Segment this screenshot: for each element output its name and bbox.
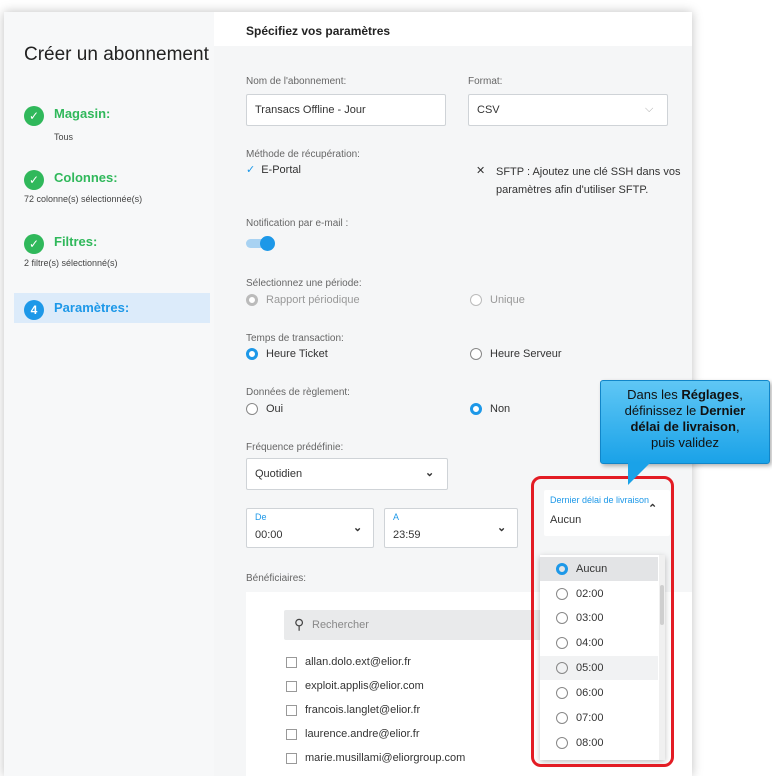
check-icon: ✓ [24, 234, 44, 254]
transaction-ticket-radio[interactable]: Heure Ticket [246, 348, 328, 360]
step-sub: Tous [54, 132, 74, 142]
step-label: Magasin: [54, 106, 111, 121]
period-unique-label: Unique [490, 294, 525, 306]
to-value: 23:59 [393, 529, 421, 541]
checkbox[interactable] [286, 728, 297, 740]
settlement-no-label: Non [490, 403, 511, 415]
recipient-item[interactable]: laurence.andre@elior.fr [286, 728, 420, 740]
settlement-yes-label: Oui [266, 403, 284, 415]
frequency-select[interactable]: Quotidien ⌄ [246, 458, 448, 490]
to-time-select[interactable]: A 23:59 ⌄ [384, 508, 518, 548]
recipient-item[interactable]: marie.musillami@eliorgroup.com [286, 752, 465, 764]
recipient-item[interactable]: francois.langlet@elior.fr [286, 704, 420, 716]
checkbox[interactable] [286, 704, 297, 716]
sidebar-title: Créer un abonnement [24, 44, 209, 65]
retrieval-eportal-label: E-Portal [261, 163, 301, 176]
recipient-email: laurence.andre@elior.fr [305, 728, 420, 740]
close-icon: ✕ [476, 165, 486, 177]
callout-text: , [735, 419, 740, 434]
callout-text: , [739, 387, 743, 402]
callout-bold: délai de livraison [630, 419, 736, 434]
recipient-email: allan.dolo.ext@elior.fr [305, 656, 411, 668]
step-filtres[interactable]: ✓ Filtres: [24, 234, 97, 254]
retrieval-sftp[interactable]: SFTP : Ajoutez une clé SSH dans vos para… [496, 163, 686, 199]
step-label: Paramètres: [54, 300, 130, 315]
chevron-down-icon: ⌄ [425, 467, 435, 479]
callout-bold: Réglages [681, 387, 740, 402]
transaction-ticket-label: Heure Ticket [266, 348, 328, 360]
retrieval-label: Méthode de récupération: [246, 149, 360, 160]
notification-label: Notification par e-mail : [246, 218, 349, 229]
from-label: De [255, 512, 267, 522]
chevron-down-icon: ⌵ [645, 103, 654, 115]
chevron-down-icon: ⌄ [353, 522, 363, 534]
checkbox[interactable] [286, 656, 297, 668]
step-parametres[interactable]: 4 Paramètres: [24, 300, 129, 320]
settlement-no-radio[interactable]: Non [470, 403, 510, 415]
settlement-yes-radio[interactable]: Oui [246, 403, 283, 415]
frequency-value: Quotidien [255, 468, 303, 480]
format-value: CSV [477, 104, 500, 116]
period-periodic-radio[interactable]: Rapport périodique [246, 294, 360, 306]
callout-text: puis validez [651, 435, 719, 450]
format-label: Format: [468, 76, 503, 87]
transaction-server-label: Heure Serveur [490, 348, 562, 360]
callout-text: Dans les [627, 387, 682, 402]
sidebar: Créer un abonnement ✓ Magasin: Tous ✓ Co… [4, 12, 214, 776]
settlement-label: Données de règlement: [246, 387, 350, 398]
recipients-label: Bénéficiaires: [246, 573, 307, 584]
subscription-name-label: Nom de l'abonnement: [246, 76, 347, 87]
format-select[interactable]: CSV ⌵ [468, 94, 668, 126]
period-unique-radio[interactable]: Unique [470, 294, 525, 306]
step-sub: 72 colonne(s) sélectionnée(s) [24, 194, 143, 204]
chevron-down-icon: ⌄ [497, 522, 507, 534]
callout-bold: Dernier [699, 403, 746, 418]
page-title: Spécifiez vos paramètres [246, 24, 391, 38]
step-label: Filtres: [54, 234, 98, 249]
notification-toggle[interactable] [246, 236, 276, 251]
check-icon: ✓ [24, 106, 44, 126]
frequency-label: Fréquence prédéfinie: [246, 442, 344, 453]
period-periodic-label: Rapport périodique [266, 294, 360, 306]
from-value: 00:00 [255, 529, 283, 541]
retrieval-eportal[interactable]: ✓ E-Portal [246, 163, 301, 177]
transaction-time-label: Temps de transaction: [246, 333, 344, 344]
subscription-name-input[interactable]: Transacs Offline - Jour [246, 94, 446, 126]
checkbox[interactable] [286, 680, 297, 692]
step-magasin[interactable]: ✓ Magasin: [24, 106, 110, 126]
recipient-item[interactable]: exploit.applis@elior.com [286, 680, 424, 692]
from-time-select[interactable]: De 00:00 ⌄ [246, 508, 374, 548]
recipient-email: marie.musillami@eliorgroup.com [305, 752, 466, 764]
search-icon: ⚲ [294, 616, 305, 632]
recipient-email: exploit.applis@elior.com [305, 680, 424, 692]
panel-header: Spécifiez vos paramètres [214, 12, 692, 46]
check-icon: ✓ [24, 170, 44, 190]
recipient-item[interactable]: allan.dolo.ext@elior.fr [286, 656, 411, 668]
step-sub: 2 filtre(s) sélectionné(s) [24, 258, 118, 268]
check-icon: ✓ [246, 164, 256, 176]
highlight-outline [531, 476, 674, 767]
step-number-icon: 4 [24, 300, 44, 320]
step-colonnes[interactable]: ✓ Colonnes: [24, 170, 118, 190]
callout-text: définissez le [624, 403, 700, 418]
recipient-email: francois.langlet@elior.fr [305, 704, 421, 716]
to-label: A [393, 512, 400, 522]
callout-pointer [628, 463, 650, 485]
period-label: Sélectionnez une période: [246, 278, 362, 289]
step-label: Colonnes: [54, 170, 118, 185]
transaction-server-radio[interactable]: Heure Serveur [470, 348, 562, 360]
subscription-name-value: Transacs Offline - Jour [255, 104, 366, 116]
checkbox[interactable] [286, 752, 297, 764]
instruction-callout: Dans les Réglages, définissez le Dernier… [600, 380, 770, 464]
